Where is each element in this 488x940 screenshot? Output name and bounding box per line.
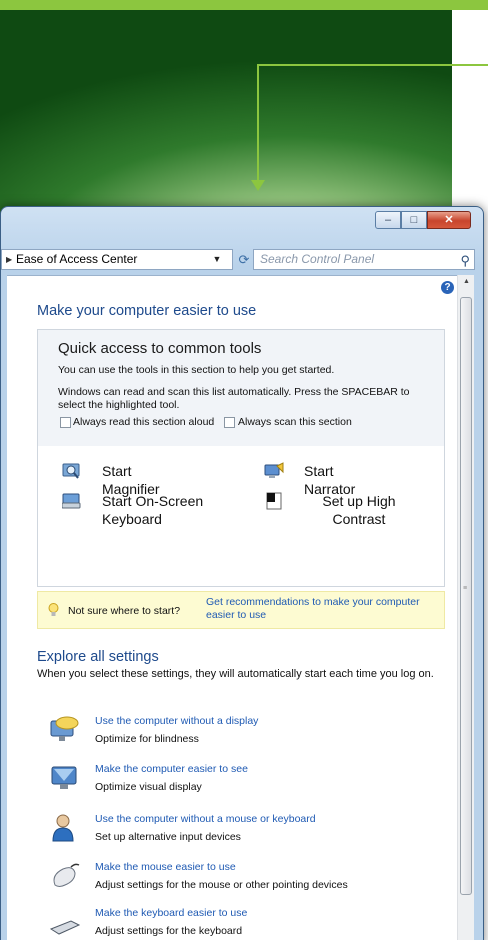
scroll-up-icon[interactable]: ▲ — [458, 275, 475, 289]
setting-description: Set up alternative input devices — [95, 831, 241, 843]
callout-line-horizontal — [258, 64, 488, 66]
setting-item[interactable]: Make the keyboard easier to use Adjust s… — [49, 907, 449, 940]
read-aloud-checkbox[interactable] — [60, 417, 71, 428]
lightbulb-icon — [48, 603, 59, 616]
setting-item[interactable]: Make the mouse easier to use Adjust sett… — [49, 861, 449, 901]
explore-settings-description: When you select these settings, they wil… — [37, 668, 434, 680]
monitor-icon — [51, 766, 77, 789]
top-rule — [0, 0, 488, 10]
quick-access-panel: Quick access to common tools You can use… — [37, 329, 445, 587]
setting-description: Adjust settings for the mouse or other p… — [95, 879, 348, 891]
scan-section-checkbox[interactable] — [224, 417, 235, 428]
close-button[interactable]: ✕ — [427, 211, 471, 229]
setting-link[interactable]: Make the computer easier to see — [95, 763, 248, 775]
mouse-icon — [53, 863, 80, 887]
quick-access-header: Quick access to common tools You can use… — [38, 330, 444, 446]
ease-of-access-window: – □ ✕ ▶ Ease of Access Center ▼ ⟳ Search… — [0, 206, 484, 940]
setting-link[interactable]: Use the computer without a mouse or keyb… — [95, 813, 316, 825]
explore-settings-title: Explore all settings — [37, 649, 159, 665]
vertical-scrollbar[interactable]: ▲ ≡ ▼ — [457, 275, 474, 940]
high-contrast-label[interactable]: Set up High Contrast — [304, 492, 414, 528]
keyboard-icon — [49, 920, 81, 935]
recommendation-prompt: Not sure where to start? — [68, 605, 181, 617]
chevron-down-icon[interactable]: ▼ — [208, 250, 226, 269]
quick-access-title: Quick access to common tools — [58, 340, 262, 357]
refresh-button[interactable]: ⟳ — [237, 250, 251, 269]
high-contrast-icon — [266, 492, 282, 510]
recommendation-link[interactable]: Get recommendations to make your compute… — [206, 596, 436, 622]
recommendation-bar: Not sure where to start? Get recommendat… — [37, 591, 445, 629]
setting-item[interactable]: Make the computer easier to see Optimize… — [49, 763, 449, 803]
search-icon[interactable]: ⚲ — [460, 251, 470, 270]
scroll-thumb[interactable]: ≡ — [460, 297, 472, 895]
onscreen-keyboard-icon — [62, 493, 81, 509]
display-speech-icon — [50, 716, 79, 741]
setting-link[interactable]: Use the computer without a display — [95, 715, 258, 727]
setting-item[interactable]: Use the computer without a mouse or keyb… — [49, 813, 449, 853]
breadcrumb-location[interactable]: Ease of Access Center — [16, 252, 137, 266]
scan-section-label[interactable]: Always scan this section — [238, 416, 352, 429]
title-bar[interactable]: – □ ✕ — [1, 207, 483, 247]
search-placeholder: Search Control Panel — [260, 252, 375, 266]
narrator-icon — [264, 462, 284, 478]
start-onscreen-keyboard-label[interactable]: Start On-Screen Keyboard — [102, 492, 232, 528]
read-aloud-label[interactable]: Always read this section aloud — [73, 416, 223, 429]
maximize-button[interactable]: □ — [401, 211, 427, 229]
setting-item[interactable]: Use the computer without a display Optim… — [49, 715, 449, 755]
setting-description: Optimize for blindness — [95, 733, 199, 745]
setting-link[interactable]: Make the mouse easier to use — [95, 861, 236, 873]
grip-icon: ≡ — [463, 585, 468, 592]
setting-description: Optimize visual display — [95, 781, 202, 793]
minimize-button[interactable]: – — [375, 211, 401, 229]
callout-arrow-icon — [251, 180, 265, 191]
page-title: Make your computer easier to use — [37, 303, 257, 319]
callout-line-vertical — [257, 64, 259, 184]
address-bar: ▶ Ease of Access Center ▼ ⟳ Search Contr… — [1, 247, 483, 273]
breadcrumb-arrow-icon[interactable]: ▶ — [6, 250, 12, 269]
magnifier-icon — [62, 463, 80, 479]
setting-link[interactable]: Make the keyboard easier to use — [95, 907, 247, 919]
quick-access-instructions: Windows can read and scan this list auto… — [58, 386, 410, 411]
address-field[interactable]: ▶ Ease of Access Center ▼ — [1, 249, 233, 270]
user-icon — [52, 814, 74, 842]
search-input[interactable]: Search Control Panel ⚲ — [253, 249, 475, 270]
quick-access-description: You can use the tools in this section to… — [58, 364, 335, 376]
help-icon[interactable]: ? — [441, 281, 454, 294]
setting-description: Adjust settings for the keyboard — [95, 925, 243, 937]
